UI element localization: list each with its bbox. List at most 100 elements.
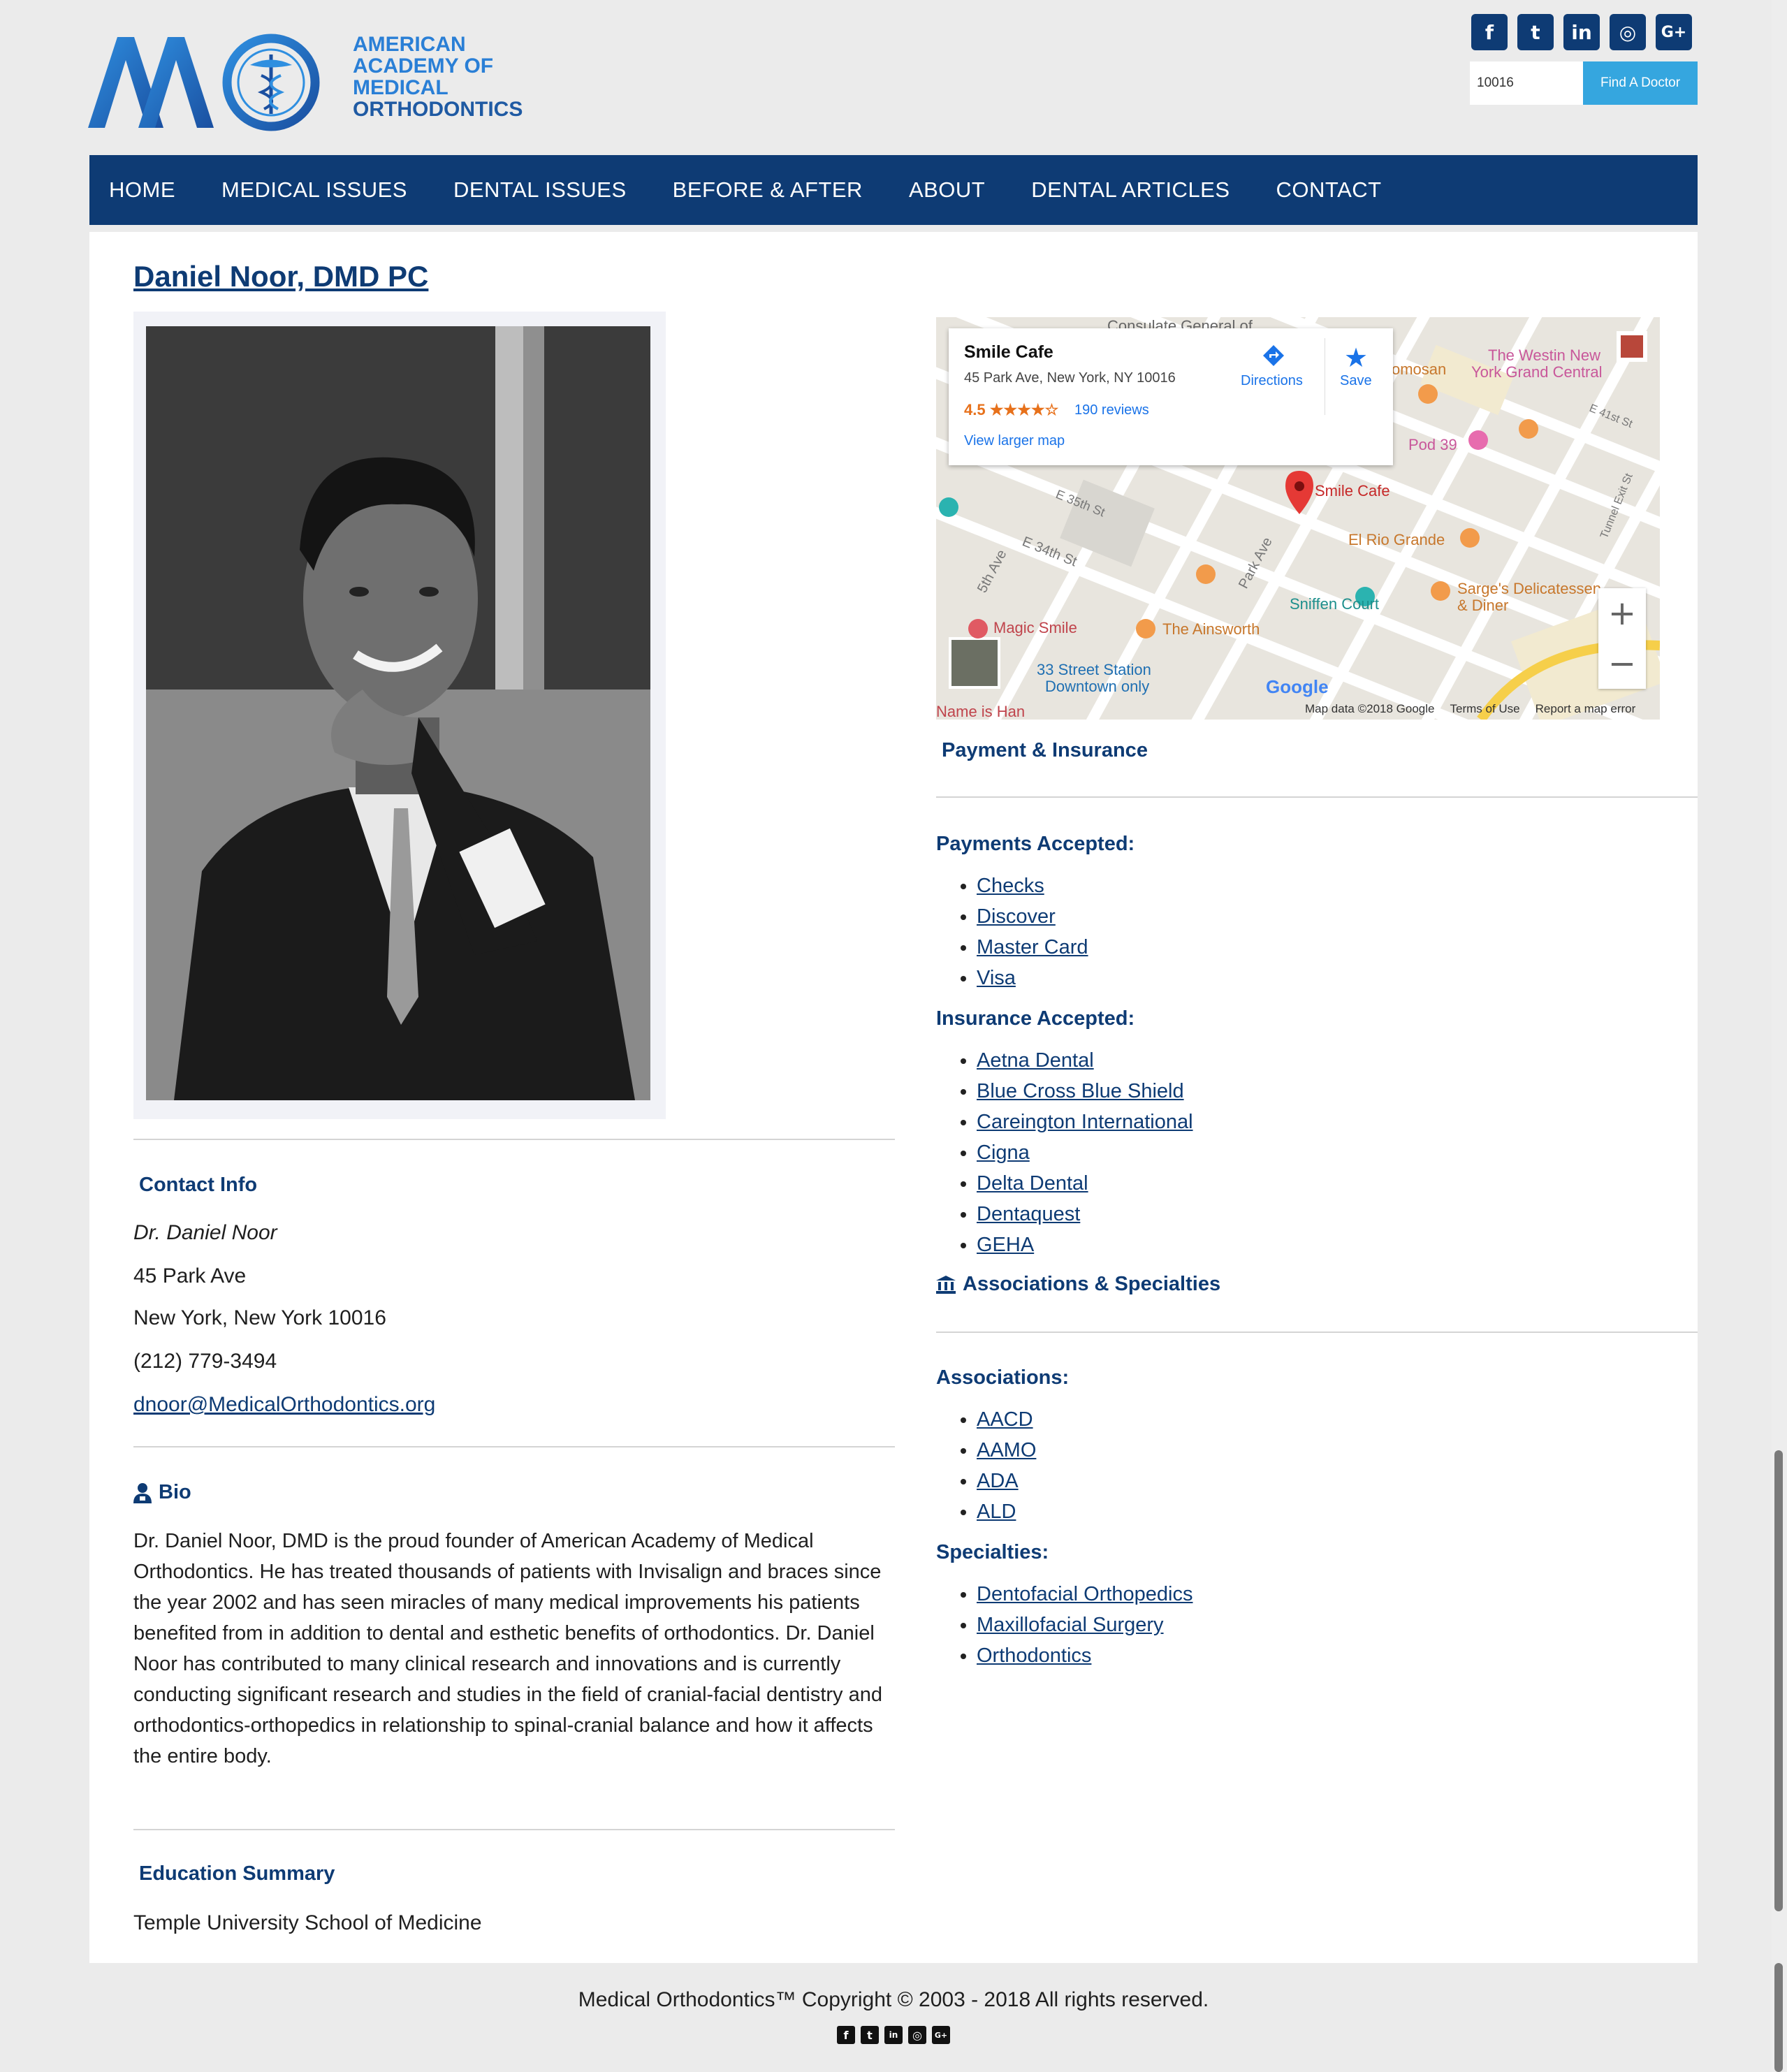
instagram-icon[interactable]: ◎ — [908, 2026, 926, 2044]
nav-contact[interactable]: CONTACT — [1276, 177, 1382, 203]
list-item: AAMO — [977, 1435, 1036, 1466]
nav-dental-articles[interactable]: DENTAL ARTICLES — [1031, 177, 1230, 203]
insurance-dentaquest-link[interactable]: Dentaquest — [977, 1203, 1080, 1225]
logo-text[interactable]: AMERICAN ACADEMY OF MEDICAL ORTHODONTICS — [353, 34, 583, 120]
list-item: Delta Dental — [977, 1168, 1193, 1199]
logo-mark[interactable] — [88, 34, 326, 131]
list-item: Careington International — [977, 1107, 1193, 1137]
map-label-station: 33 Street Station — [1037, 661, 1151, 678]
insurance-bcbs-link[interactable]: Blue Cross Blue Shield — [977, 1080, 1184, 1102]
map-zoom-controls: + − — [1598, 588, 1646, 689]
map-label-sarges-2: & Diner — [1457, 597, 1508, 614]
institution-icon — [936, 1275, 956, 1294]
list-item: Cigna — [977, 1137, 1193, 1168]
doctor-photo — [146, 326, 650, 1100]
scrollbar-thumb-lower[interactable] — [1774, 1963, 1783, 2072]
map-label-station-2: Downtown only — [1045, 678, 1149, 695]
save-star-icon[interactable]: ★ — [1344, 342, 1368, 373]
footer-copyright: Medical Orthodontics™ Copyright © 2003 -… — [578, 1988, 1209, 2011]
google-plus-icon[interactable]: G+ — [1656, 14, 1692, 50]
nav-medical-issues[interactable]: MEDICAL ISSUES — [221, 177, 407, 203]
insurance-list: Aetna Dental Blue Cross Blue Shield Care… — [936, 1045, 1193, 1260]
map-reviews-link[interactable]: 190 reviews — [1074, 402, 1149, 418]
divider — [936, 1332, 1698, 1333]
main-nav: HOME MEDICAL ISSUES DENTAL ISSUES BEFORE… — [89, 155, 1698, 225]
nav-before-after[interactable]: BEFORE & AFTER — [673, 177, 863, 203]
map-terms-link[interactable]: Terms of Use — [1450, 702, 1520, 716]
map-label-magic-smile: Magic Smile — [993, 619, 1077, 636]
map-directions-label[interactable]: Directions — [1241, 373, 1303, 389]
map-label-han: Name is Han — [936, 703, 1025, 720]
doctor-user-icon — [133, 1482, 152, 1503]
linkedin-icon[interactable]: in — [1563, 14, 1600, 50]
map-label-el-rio: El Rio Grande — [1348, 531, 1445, 548]
associations-subheading: Associations: — [936, 1366, 1070, 1389]
map-label-smile-cafe: Smile Cafe — [1315, 482, 1390, 499]
list-item: ALD — [977, 1496, 1036, 1527]
map-report-link[interactable]: Report a map error — [1536, 702, 1636, 716]
specialties-list: Dentofacial Orthopedics Maxillofacial Su… — [936, 1579, 1193, 1671]
nav-about[interactable]: ABOUT — [909, 177, 985, 203]
nav-home[interactable]: HOME — [109, 177, 175, 203]
directions-icon[interactable] — [1262, 344, 1285, 372]
scrollbar-thumb[interactable] — [1774, 1450, 1783, 1911]
insurance-accepted-heading: Insurance Accepted: — [936, 1007, 1135, 1030]
twitter-icon[interactable]: t — [861, 2026, 879, 2044]
insurance-cigna-link[interactable]: Cigna — [977, 1141, 1030, 1164]
education-heading: Education Summary — [139, 1862, 335, 1885]
spec-maxillofacial-link[interactable]: Maxillofacial Surgery — [977, 1614, 1164, 1636]
facebook-icon[interactable]: f — [1471, 14, 1508, 50]
assoc-aacd-link[interactable]: AACD — [977, 1408, 1033, 1431]
doctor-portrait-graphic — [146, 326, 650, 1100]
map-place-rating: 4.5 ★★★★☆ — [964, 401, 1059, 418]
contact-info-heading: Contact Info — [139, 1174, 258, 1196]
contact-email-link[interactable]: dnoor@MedicalOrthodontics.org — [133, 1393, 435, 1417]
bio-heading-label: Bio — [159, 1481, 191, 1503]
map-larger-link[interactable]: View larger map — [964, 433, 1065, 449]
assoc-ald-link[interactable]: ALD — [977, 1501, 1016, 1523]
contact-phone: (212) 779-3494 — [133, 1350, 277, 1373]
list-item: Blue Cross Blue Shield — [977, 1076, 1193, 1107]
payment-checks-link[interactable]: Checks — [977, 875, 1044, 897]
assoc-ada-link[interactable]: ADA — [977, 1470, 1019, 1492]
logo-line-3: MEDICAL — [353, 76, 448, 99]
google-plus-icon[interactable]: G+ — [932, 2026, 950, 2044]
nav-dental-issues[interactable]: DENTAL ISSUES — [453, 177, 627, 203]
doctor-title[interactable]: Daniel Noor, DMD PC — [133, 260, 428, 293]
list-item: Aetna Dental — [977, 1045, 1193, 1076]
list-item: Orthodontics — [977, 1640, 1193, 1671]
insurance-geha-link[interactable]: GEHA — [977, 1234, 1034, 1256]
list-item: Discover — [977, 901, 1088, 932]
insurance-aetna-link[interactable]: Aetna Dental — [977, 1049, 1094, 1072]
facebook-icon[interactable]: f — [837, 2026, 855, 2044]
social-links-footer: f t in ◎ G+ — [837, 2026, 950, 2044]
zip-search-input[interactable] — [1470, 61, 1597, 105]
spec-dentofacial-link[interactable]: Dentofacial Orthopedics — [977, 1583, 1193, 1605]
contact-address-1: 45 Park Ave — [133, 1264, 247, 1287]
map-info-card: Smile Cafe 45 Park Ave, New York, NY 100… — [949, 328, 1393, 465]
instagram-icon[interactable]: ◎ — [1610, 14, 1646, 50]
insurance-delta-link[interactable]: Delta Dental — [977, 1172, 1088, 1195]
social-links-header: f t in ◎ G+ — [1471, 14, 1692, 50]
map-save-label[interactable]: Save — [1340, 373, 1372, 389]
logo-line-1: AMERICAN — [353, 33, 466, 56]
specialties-heading: Specialties: — [936, 1541, 1049, 1563]
zoom-out-button[interactable]: − — [1598, 639, 1646, 689]
spec-orthodontics-link[interactable]: Orthodontics — [977, 1644, 1091, 1667]
payment-discover-link[interactable]: Discover — [977, 905, 1056, 928]
insurance-careington-link[interactable]: Careington International — [977, 1111, 1193, 1133]
zoom-in-button[interactable]: + — [1598, 588, 1646, 639]
twitter-icon[interactable]: t — [1517, 14, 1554, 50]
assoc-aamo-link[interactable]: AAMO — [977, 1439, 1036, 1461]
payments-list: Checks Discover Master Card Visa — [936, 870, 1088, 993]
map-place-name: Smile Cafe — [964, 342, 1053, 362]
contact-address-2: New York, New York 10016 — [133, 1306, 386, 1329]
payment-mastercard-link[interactable]: Master Card — [977, 936, 1088, 958]
payment-visa-link[interactable]: Visa — [977, 967, 1016, 989]
find-doctor-button[interactable]: Find A Doctor — [1583, 61, 1698, 105]
map-label-sarges: Sarge's Delicatessen — [1457, 580, 1601, 597]
linkedin-icon[interactable]: in — [884, 2026, 903, 2044]
divider — [133, 1139, 895, 1140]
payment-insurance-heading: Payment & Insurance — [942, 739, 1148, 761]
divider — [133, 1829, 895, 1830]
